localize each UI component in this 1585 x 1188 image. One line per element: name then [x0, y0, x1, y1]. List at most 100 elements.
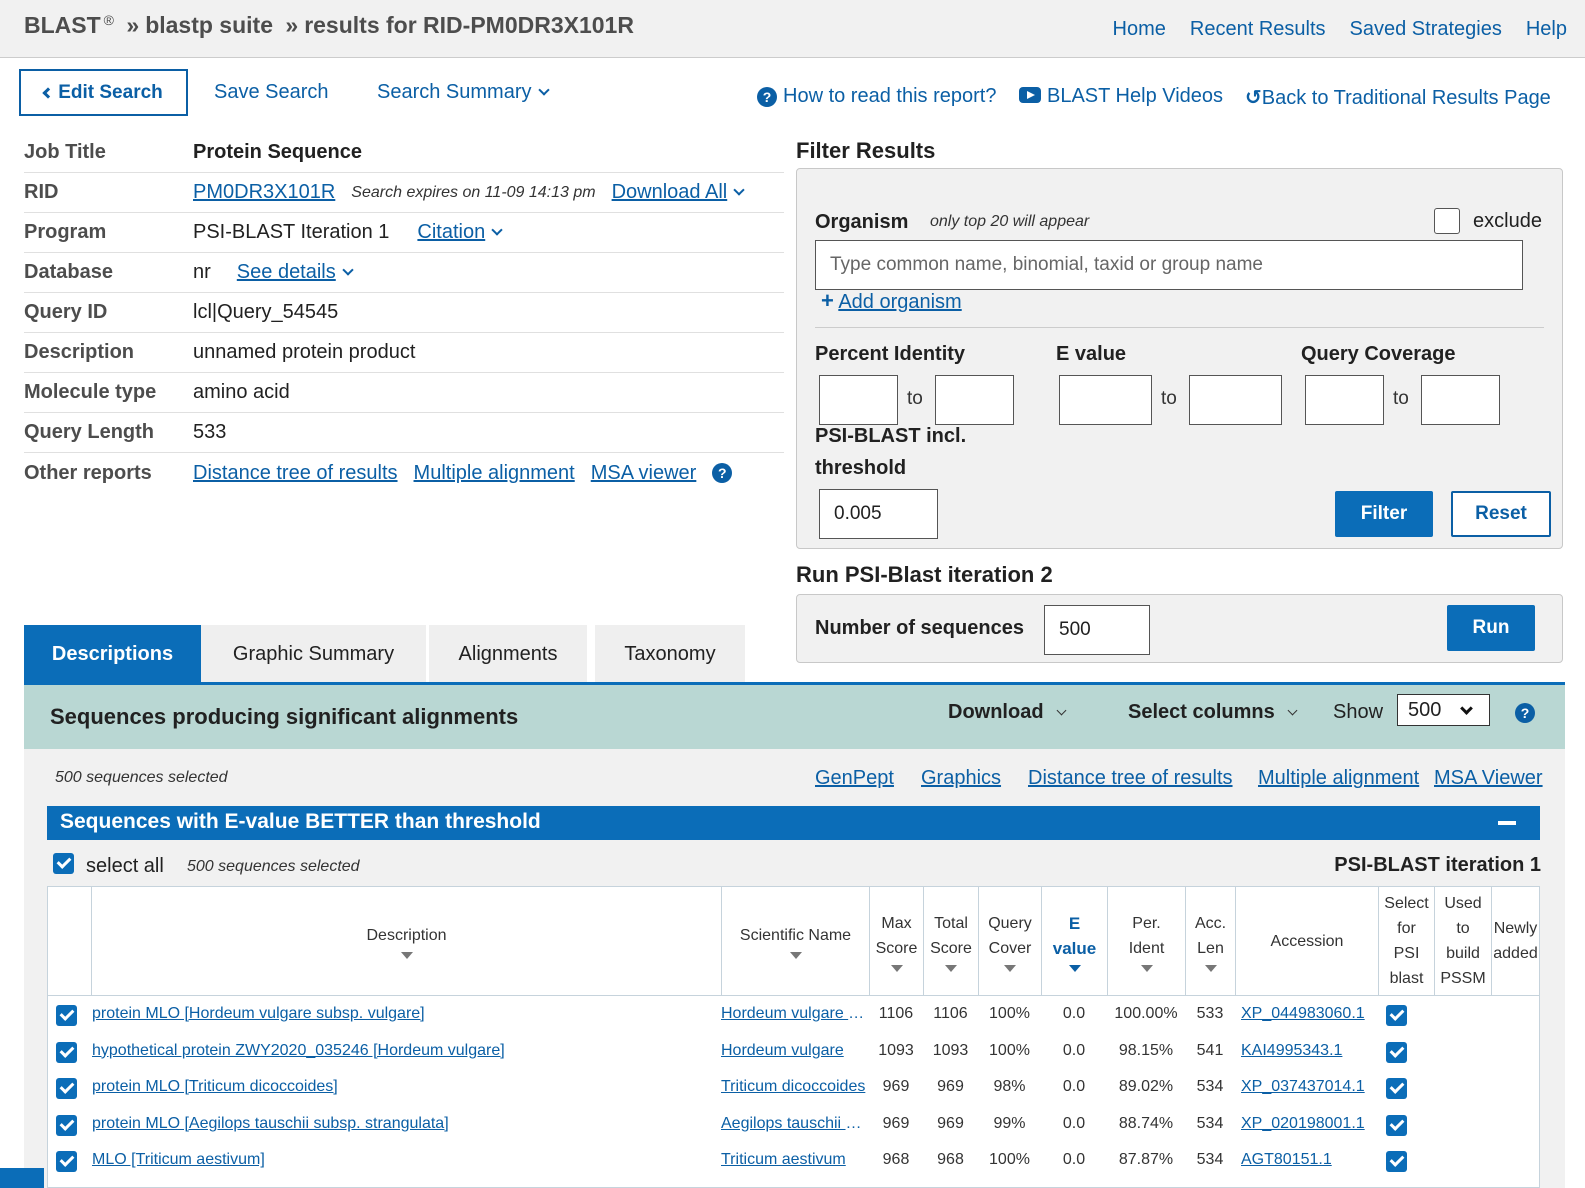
- run-button[interactable]: Run: [1447, 605, 1535, 651]
- distance-tree-results-link[interactable]: Distance tree of results: [1028, 767, 1233, 790]
- back-traditional-link[interactable]: ↺Back to Traditional Results Page: [1245, 85, 1551, 110]
- how-to-read-link[interactable]: ? How to read this report?: [757, 85, 996, 108]
- row-select-checkbox[interactable]: [56, 1041, 77, 1063]
- description-link[interactable]: hypothetical protein ZWY2020_035246 [Hor…: [92, 1042, 714, 1060]
- reset-button[interactable]: Reset: [1451, 491, 1551, 537]
- database-label: Database: [24, 261, 113, 283]
- edit-search-button[interactable]: Edit Search: [19, 69, 188, 116]
- see-details-dropdown[interactable]: See details: [237, 261, 354, 284]
- query-coverage-label: Query Coverage: [1301, 343, 1456, 365]
- header-query-label: Query: [988, 914, 1032, 932]
- nav-help-link[interactable]: Help: [1526, 18, 1567, 41]
- max-score-cell: 969: [882, 1114, 910, 1132]
- feedback-tab[interactable]: [0, 1168, 44, 1188]
- header-query-cover[interactable]: Query Cover: [978, 887, 1041, 995]
- multiple-alignment-link[interactable]: Multiple alignment: [414, 462, 575, 485]
- tab-graphic-summary[interactable]: Graphic Summary: [201, 625, 426, 683]
- add-organism-link[interactable]: + Add organism: [821, 288, 962, 314]
- accession-link[interactable]: XP_044983060.1: [1241, 1005, 1378, 1023]
- msa-viewer-results-link[interactable]: MSA Viewer: [1434, 767, 1543, 790]
- psi-select-checkbox[interactable]: [1386, 1041, 1407, 1063]
- description-link[interactable]: protein MLO [Hordeum vulgare subsp. vulg…: [92, 1005, 714, 1023]
- exclude-checkbox[interactable]: [1434, 208, 1460, 234]
- help-question-icon[interactable]: ?: [712, 463, 733, 483]
- table-row: hypothetical protein ZWY2020_035246 [Hor…: [48, 1034, 1539, 1071]
- max-score-cell: 969: [882, 1078, 910, 1096]
- search-summary-dropdown[interactable]: Search Summary: [377, 81, 550, 104]
- scientific-name-link[interactable]: Aegilops tauschii subsp. strangulata: [721, 1115, 867, 1133]
- breadcrumb-suite[interactable]: blastp suite: [145, 12, 273, 38]
- header-description[interactable]: Description: [91, 887, 721, 995]
- rid-label: RID: [24, 181, 59, 203]
- description-link[interactable]: protein MLO [Aegilops tauschii subsp. st…: [92, 1115, 714, 1133]
- help-videos-link[interactable]: BLAST Help Videos: [1019, 85, 1223, 108]
- show-count-select[interactable]: 500: [1397, 694, 1490, 726]
- results-help-icon[interactable]: ?: [1515, 703, 1535, 723]
- scientific-name-link[interactable]: Triticum dicoccoides: [721, 1078, 867, 1096]
- percent-identity-min-input[interactable]: [819, 375, 898, 425]
- header-per-ident[interactable]: Per. Ident: [1107, 887, 1185, 995]
- psi-select-checkbox[interactable]: [1386, 1114, 1407, 1136]
- query-coverage-min-input[interactable]: [1305, 375, 1384, 425]
- psi-select-checkbox[interactable]: [1386, 1005, 1407, 1026]
- number-of-sequences-input[interactable]: 500: [1044, 605, 1150, 655]
- query-id-label: Query ID: [24, 301, 108, 323]
- tab-descriptions[interactable]: Descriptions: [24, 625, 201, 683]
- acc-len-cell: 534: [1196, 1114, 1224, 1132]
- query-coverage-max-input[interactable]: [1421, 375, 1500, 425]
- evalue-min-input[interactable]: [1059, 375, 1152, 425]
- organism-hint: only top 20 will appear: [930, 213, 1090, 230]
- accession-link[interactable]: XP_037437014.1: [1241, 1078, 1378, 1096]
- scientific-name-link[interactable]: Hordeum vulgare: [721, 1042, 867, 1060]
- header-accession[interactable]: Accession: [1235, 887, 1378, 995]
- nav-saved-strategies-link[interactable]: Saved Strategies: [1350, 18, 1502, 41]
- download-all-dropdown[interactable]: Download All: [612, 181, 745, 204]
- tab-alignments[interactable]: Alignments: [429, 625, 587, 683]
- accession-link[interactable]: XP_020198001.1: [1241, 1115, 1378, 1133]
- header-scientific-name[interactable]: Scientific Name: [721, 887, 869, 995]
- row-select-checkbox[interactable]: [56, 1151, 77, 1173]
- scientific-name-link[interactable]: Hordeum vulgare subsp. vulgare: [721, 1005, 867, 1023]
- row-select-checkbox[interactable]: [56, 1078, 77, 1100]
- evalue-cell: 0.0: [1062, 1041, 1086, 1059]
- msa-viewer-link[interactable]: MSA viewer: [591, 462, 697, 485]
- graphics-link[interactable]: Graphics: [921, 767, 1001, 790]
- psi-select-checkbox[interactable]: [1386, 1078, 1407, 1100]
- header-total-score[interactable]: Total Score: [923, 887, 978, 995]
- genpept-link[interactable]: GenPept: [815, 767, 894, 790]
- distance-tree-link[interactable]: Distance tree of results: [193, 462, 398, 485]
- download-dropdown[interactable]: Download: [948, 701, 1066, 724]
- tab-taxonomy[interactable]: Taxonomy: [595, 625, 745, 683]
- evalue-max-input[interactable]: [1189, 375, 1282, 425]
- brand-label[interactable]: BLAST: [24, 12, 101, 38]
- scientific-name-link[interactable]: Triticum aestivum: [721, 1151, 867, 1169]
- rid-link[interactable]: PM0DR3X101R: [193, 181, 335, 204]
- section-bar[interactable]: Sequences with E-value BETTER than thres…: [47, 806, 1540, 840]
- nav-recent-results-link[interactable]: Recent Results: [1190, 18, 1326, 41]
- percent-identity-max-input[interactable]: [935, 375, 1014, 425]
- multiple-alignment-results-link[interactable]: Multiple alignment: [1258, 767, 1419, 790]
- psi-run-panel: Number of sequences 500 Run: [796, 594, 1563, 663]
- description-link[interactable]: protein MLO [Triticum dicoccoides]: [92, 1078, 714, 1096]
- accession-link[interactable]: KAI4995343.1: [1241, 1042, 1378, 1060]
- citation-dropdown[interactable]: Citation: [417, 221, 503, 244]
- select-all-checkbox[interactable]: [53, 853, 74, 874]
- header-used-pssm: Used to build PSSM: [1434, 887, 1491, 995]
- header-evalue[interactable]: Evalue: [1041, 887, 1107, 995]
- filter-button[interactable]: Filter: [1335, 491, 1433, 537]
- psi-threshold-input[interactable]: 0.005: [819, 489, 938, 539]
- header-max-score[interactable]: Max Score: [869, 887, 923, 995]
- select-columns-dropdown[interactable]: Select columns: [1128, 701, 1298, 724]
- collapse-minus-icon[interactable]: [1498, 821, 1516, 825]
- accession-link[interactable]: AGT80151.1: [1241, 1151, 1378, 1169]
- row-select-checkbox[interactable]: [56, 1005, 77, 1026]
- header-acc-len[interactable]: Acc. Len: [1185, 887, 1235, 995]
- header-acc-label: Acc.: [1194, 914, 1227, 932]
- total-score-cell: 969: [937, 1114, 964, 1132]
- row-select-checkbox[interactable]: [56, 1114, 77, 1136]
- psi-select-checkbox[interactable]: [1386, 1151, 1407, 1173]
- description-link[interactable]: MLO [Triticum aestivum]: [92, 1151, 714, 1169]
- save-search-link[interactable]: Save Search: [214, 81, 329, 104]
- organism-input[interactable]: Type common name, binomial, taxid or gro…: [815, 240, 1523, 290]
- nav-home-link[interactable]: Home: [1113, 18, 1166, 41]
